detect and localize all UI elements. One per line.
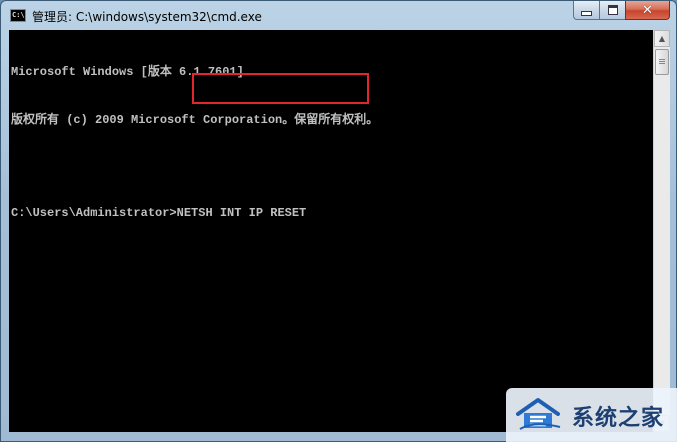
window-title: 管理员: C:\windows\system32\cmd.exe [32,10,262,24]
console-command: NETSH INT IP RESET [176,206,307,220]
cmd-window: C:\ 管理员: C:\windows\system32\cmd.exe ✕ M… [0,0,677,442]
console-area[interactable]: Microsoft Windows [版本 6.1.7601] 版权所有 (c)… [9,30,653,432]
cmd-app-icon[interactable]: C:\ [10,9,26,22]
watermark: 系统之家 [506,388,677,442]
minimize-button[interactable] [573,1,599,20]
maximize-button[interactable] [599,1,625,20]
title-bar[interactable]: C:\ 管理员: C:\windows\system32\cmd.exe ✕ [1,1,676,30]
console-line-copyright: 版权所有 (c) 2009 Microsoft Corporation。保留所有… [11,113,379,127]
close-button[interactable]: ✕ [625,1,670,20]
caption-buttons: ✕ [573,1,670,20]
close-icon: ✕ [642,2,653,18]
console-prompt: C:\Users\Administrator> [11,206,177,220]
command-highlight-box [192,73,369,104]
minimize-icon [581,10,592,16]
scroll-thumb[interactable] [655,49,669,75]
arrow-up-icon: ▲ [658,34,666,43]
console-command-line[interactable]: C:\Users\Administrator>NETSH INT IP RESE… [11,205,378,221]
console-output: Microsoft Windows [版本 6.1.7601] 版权所有 (c)… [11,32,378,253]
house-logo-icon [516,398,561,430]
scroll-up-button[interactable]: ▲ [654,30,670,47]
watermark-text: 系统之家 [572,406,665,431]
maximize-icon [607,5,618,15]
vertical-scrollbar[interactable]: ▲ ▼ [653,30,670,432]
